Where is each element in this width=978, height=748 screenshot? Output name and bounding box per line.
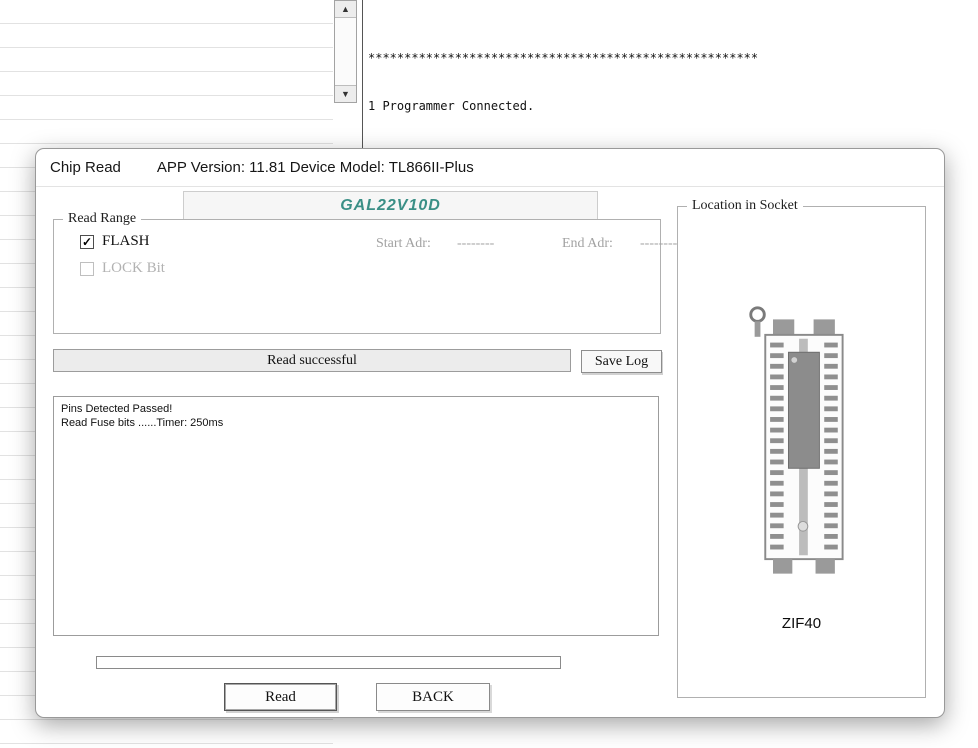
read-range-label: Read Range <box>63 211 141 227</box>
dialog-subtitle: APP Version: 11.81 Device Model: TL866II… <box>157 159 474 176</box>
zif-socket-icon <box>744 302 860 592</box>
socket-name: ZIF40 <box>678 615 925 632</box>
operation-log-line: Read Fuse bits ......Timer: 250ms <box>61 416 651 430</box>
programmer-log: ****************************************… <box>368 18 974 146</box>
lock-bit-label: LOCK Bit <box>102 260 165 277</box>
operation-log-box[interactable]: Pins Detected Passed! Read Fuse bits ...… <box>53 396 659 636</box>
start-adr-value: -------- <box>457 236 494 252</box>
flash-label: FLASH <box>102 233 150 250</box>
panel-divider <box>362 0 363 148</box>
list-scrollbar[interactable]: ▲ ▼ <box>334 0 357 103</box>
end-adr-value: -------- <box>640 236 677 252</box>
lock-bit-checkbox-row: LOCK Bit <box>80 260 165 277</box>
socket-location-group: Location in Socket <box>677 206 926 698</box>
screen: ▲ ▼ ************************************… <box>0 0 978 748</box>
dialog-header: Chip Read APP Version: 11.81 Device Mode… <box>36 149 944 187</box>
read-range-group: Read Range ✓ FLASH LOCK Bit Start Adr: -… <box>53 219 661 334</box>
flash-checkbox[interactable]: ✓ <box>80 235 94 249</box>
flash-checkbox-row[interactable]: ✓ FLASH <box>80 233 150 250</box>
chip-read-dialog: Chip Read APP Version: 11.81 Device Mode… <box>35 148 945 718</box>
start-adr-label: Start Adr: <box>376 236 431 252</box>
scroll-down-icon[interactable]: ▼ <box>335 85 356 102</box>
chip-name: GAL22V10D <box>183 191 598 219</box>
log-line: 1 Programmer Connected. <box>368 98 974 114</box>
end-adr-label: End Adr: <box>562 236 613 252</box>
socket-location-label: Location in Socket <box>687 198 803 214</box>
status-bar: Read successful <box>53 349 571 372</box>
back-button[interactable]: BACK <box>376 683 490 711</box>
operation-log-line: Pins Detected Passed! <box>61 402 651 416</box>
log-line: ****************************************… <box>368 50 974 66</box>
progress-bar <box>96 656 561 669</box>
lock-bit-checkbox <box>80 262 94 276</box>
save-log-button[interactable]: Save Log <box>581 350 662 373</box>
read-button[interactable]: Read <box>224 683 337 711</box>
dialog-title: Chip Read <box>50 159 121 176</box>
scroll-up-icon[interactable]: ▲ <box>335 1 356 18</box>
